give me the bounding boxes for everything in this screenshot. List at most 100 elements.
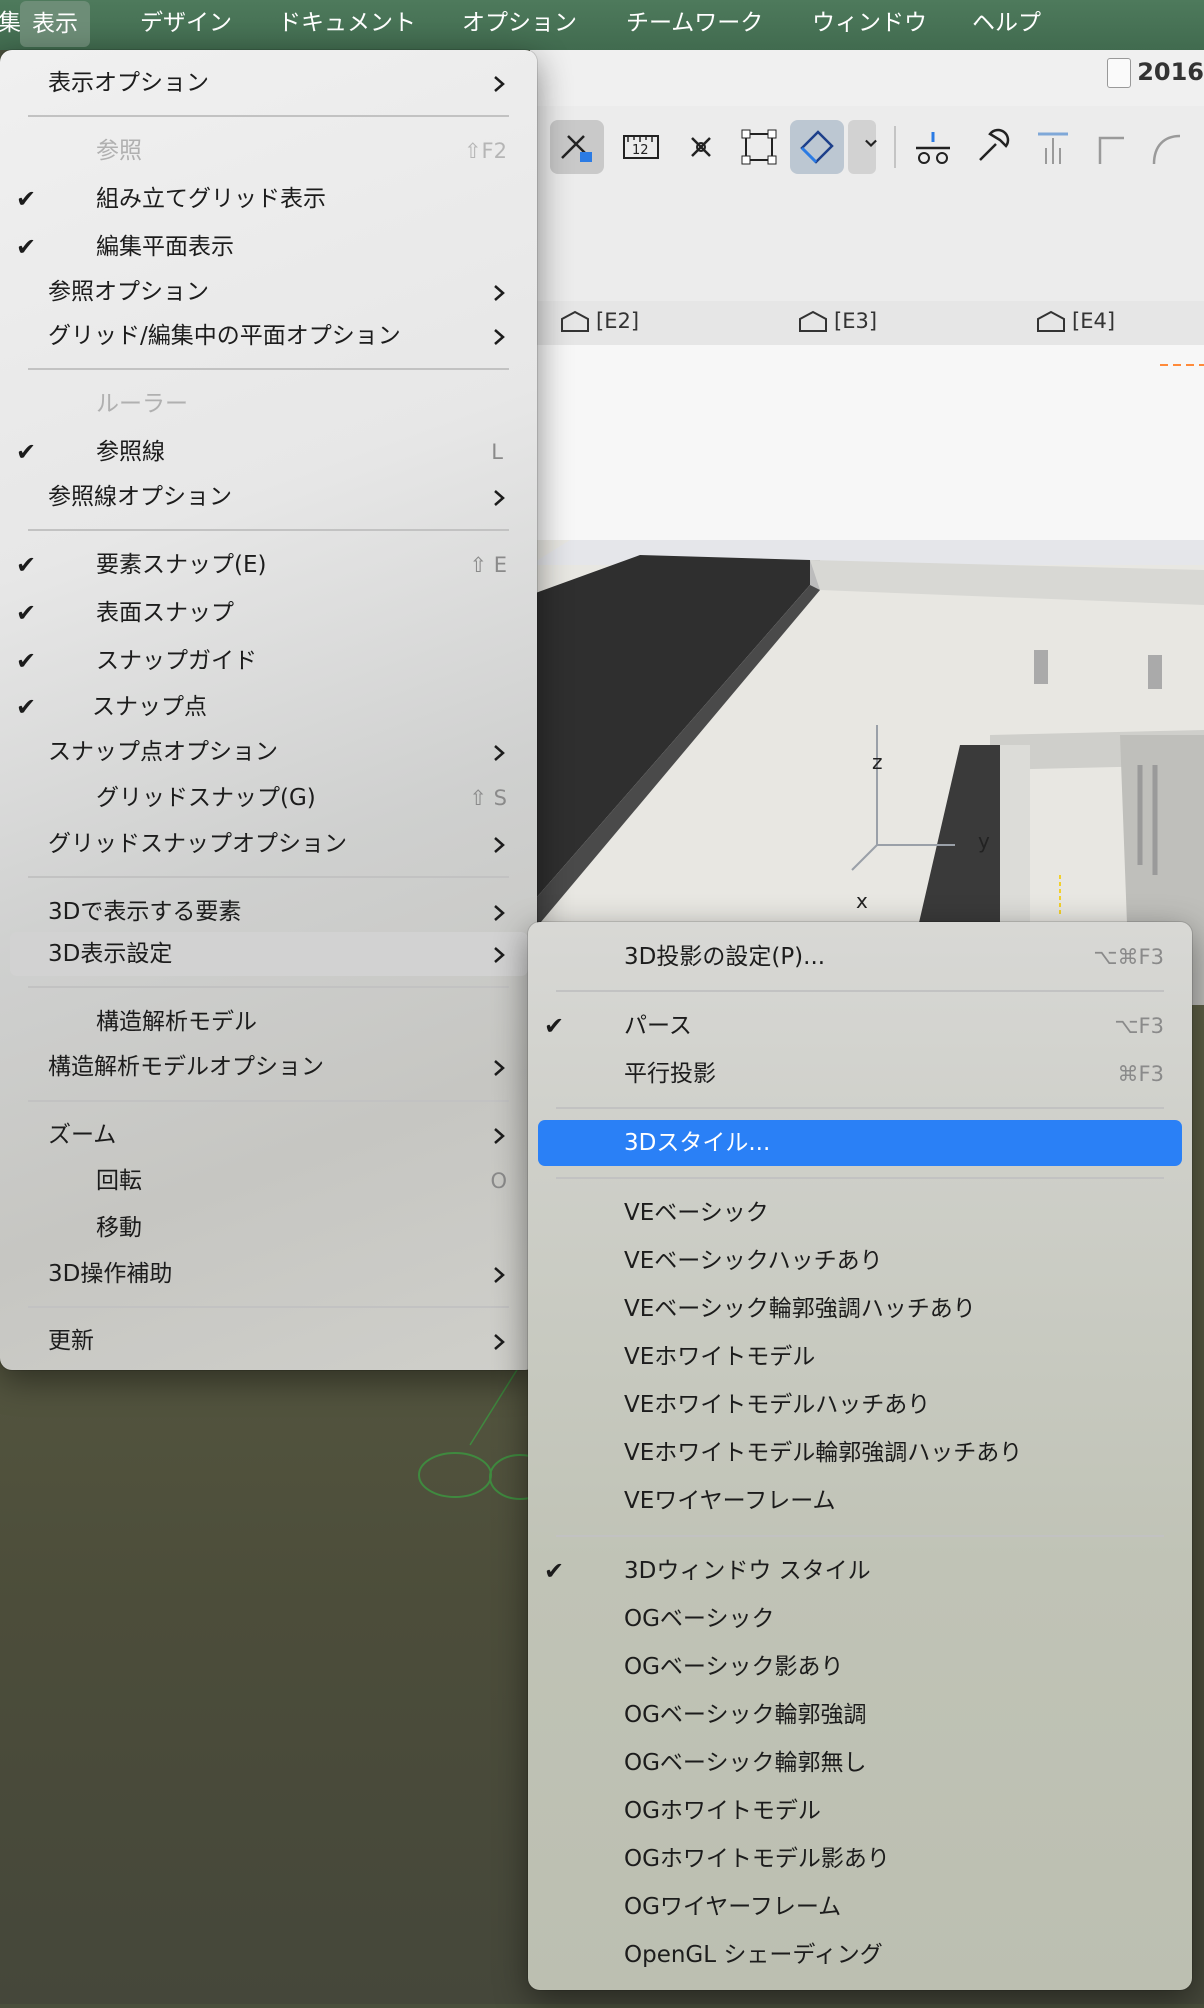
chevron-down-icon[interactable] bbox=[848, 120, 877, 174]
menu-item-grid-snap-options[interactable]: グリッドスナップオプション bbox=[0, 823, 537, 865]
menu-item-ruler[interactable]: ルーラー bbox=[0, 383, 537, 425]
menu-item-rotate[interactable]: 回転 O bbox=[0, 1160, 537, 1202]
menubar-item-view[interactable]: 表示 bbox=[20, 1, 90, 47]
menubar-item-teamwork[interactable]: チームワーク bbox=[614, 0, 775, 48]
menu-separator bbox=[28, 1100, 509, 1102]
submenu-item-ve-basic[interactable]: VEベーシック bbox=[528, 1192, 1192, 1234]
menu-separator bbox=[556, 990, 1164, 992]
split-tool-icon[interactable] bbox=[910, 124, 956, 170]
menu-item-edit-plane[interactable]: ✔ 編集平面表示 bbox=[0, 226, 537, 268]
menubar-item-design[interactable]: デザイン bbox=[128, 0, 244, 48]
menu-item-snap-guide[interactable]: ✔ スナップガイド bbox=[0, 640, 537, 682]
checkmark-icon: ✔ bbox=[16, 438, 37, 466]
submenu-item-ve-wireframe[interactable]: VEワイヤーフレーム bbox=[528, 1480, 1192, 1522]
menu-item-reference-line[interactable]: ✔ 参照線 L bbox=[0, 431, 537, 473]
submenu-item-og-basic-shadow[interactable]: OGベーシック影あり bbox=[528, 1646, 1192, 1688]
menu-separator bbox=[556, 1535, 1164, 1537]
menu-item-reference-options[interactable]: 参照オプション bbox=[0, 271, 537, 313]
menu-item-reference[interactable]: 参照 ⇧F2 bbox=[0, 130, 537, 172]
elevation-tabs: [E2] [E3] [E4] bbox=[530, 301, 1204, 346]
menubar-item-options[interactable]: オプション bbox=[450, 0, 589, 48]
tab-e4[interactable]: [E4] bbox=[1036, 309, 1115, 333]
menu-item-3d-elements[interactable]: 3Dで表示する要素 bbox=[0, 891, 537, 933]
svg-text:12: 12 bbox=[632, 143, 649, 158]
checkmark-icon: ✔ bbox=[16, 599, 37, 627]
menubar-item-document[interactable]: ドキュメント bbox=[266, 0, 428, 48]
3d-view-tool-icon[interactable] bbox=[790, 120, 844, 174]
elevation-icon bbox=[799, 310, 827, 332]
menubar-item-help[interactable]: ヘルプ bbox=[960, 0, 1053, 48]
elevation-icon bbox=[1037, 310, 1065, 332]
submenu-item-perspective[interactable]: ✔ パース ⌥F3 bbox=[528, 1005, 1192, 1047]
submenu-item-3d-projection-settings[interactable]: 3D投影の設定(P)... ⌥⌘F3 bbox=[528, 936, 1192, 978]
toolbar: 12 bbox=[530, 106, 1204, 302]
menu-separator bbox=[28, 368, 509, 370]
menu-item-grid-snap[interactable]: グリッドスナップ(G) ⇧ S bbox=[0, 777, 537, 819]
checkmark-icon: ✔ bbox=[544, 1557, 565, 1585]
menu-separator bbox=[28, 1306, 509, 1308]
extend-tool-icon[interactable] bbox=[1030, 124, 1076, 170]
checkmark-icon: ✔ bbox=[16, 551, 37, 579]
submenu-item-ve-basic-hatch[interactable]: VEベーシックハッチあり bbox=[528, 1240, 1192, 1282]
menu-item-assembly-grid[interactable]: ✔ 組み立てグリッド表示 bbox=[0, 178, 537, 220]
tab-e3[interactable]: [E3] bbox=[798, 309, 877, 333]
submenu-item-ve-white-model-hatch[interactable]: VEホワイトモデルハッチあり bbox=[528, 1384, 1192, 1426]
tab-e2[interactable]: [E2] bbox=[560, 309, 639, 333]
menu-item-move[interactable]: 移動 bbox=[0, 1207, 537, 1249]
menu-item-structural-model[interactable]: 構造解析モデル bbox=[0, 1001, 537, 1043]
checkmark-icon: ✔ bbox=[544, 1012, 565, 1040]
selection-box-tool-icon[interactable] bbox=[736, 124, 782, 170]
adjust-tool-icon[interactable] bbox=[970, 124, 1016, 170]
submenu-item-og-wireframe[interactable]: OGワイヤーフレーム bbox=[528, 1886, 1192, 1928]
submenu-item-3d-window-style[interactable]: ✔ 3Dウィンドウ スタイル bbox=[528, 1550, 1192, 1592]
submenu-item-3d-style[interactable]: 3Dスタイル... bbox=[528, 1122, 1192, 1164]
intersection-tool-icon[interactable] bbox=[678, 124, 724, 170]
submenu-item-og-white-model-shadow[interactable]: OGホワイトモデル影あり bbox=[528, 1838, 1192, 1880]
submenu-item-ve-white-model-outline-hatch[interactable]: VEホワイトモデル輪郭強調ハッチあり bbox=[528, 1432, 1192, 1474]
menu-item-reference-line-options[interactable]: 参照線オプション bbox=[0, 476, 537, 518]
fillet-tool-icon[interactable] bbox=[1086, 124, 1132, 170]
submenu-item-ve-basic-outline-hatch[interactable]: VEベーシック輪郭強調ハッチあり bbox=[528, 1288, 1192, 1330]
submenu-item-og-basic-outline[interactable]: OGベーシック輪郭強調 bbox=[528, 1694, 1192, 1736]
menu-item-display-options[interactable]: 表示オプション bbox=[0, 62, 537, 104]
menu-item-snap-point[interactable]: ✔ スナップ点 bbox=[0, 686, 537, 728]
grid-snap-tool-icon[interactable] bbox=[550, 120, 604, 174]
chevron-right-icon bbox=[493, 315, 507, 357]
axis-label-z: z bbox=[872, 750, 883, 774]
submenu-item-opengl-shading[interactable]: OpenGL シェーディング bbox=[528, 1934, 1192, 1976]
menu-separator bbox=[28, 115, 509, 117]
toolbar-divider bbox=[894, 126, 896, 168]
curve-tool-icon[interactable] bbox=[1142, 124, 1188, 170]
menu-bar: 集 表示 デザイン ドキュメント オプション チームワーク ウィンドウ ヘルプ bbox=[0, 0, 1204, 50]
chevron-right-icon bbox=[493, 933, 507, 975]
checkmark-icon: ✔ bbox=[16, 647, 37, 675]
menubar-item-window[interactable]: ウィンドウ bbox=[800, 0, 939, 48]
3d-viewport[interactable]: z y x bbox=[530, 345, 1204, 1005]
menu-separator bbox=[556, 1107, 1164, 1109]
menu-separator bbox=[556, 1177, 1164, 1179]
menu-item-refresh[interactable]: 更新 bbox=[0, 1320, 537, 1362]
document-title: 2016 bbox=[1107, 58, 1204, 88]
checkmark-icon: ✔ bbox=[16, 185, 37, 213]
elevation-icon bbox=[561, 310, 589, 332]
menu-item-zoom[interactable]: ズーム bbox=[0, 1114, 537, 1156]
menu-item-3d-navigation-aids[interactable]: 3D操作補助 bbox=[0, 1253, 537, 1295]
submenu-item-og-white-model[interactable]: OGホワイトモデル bbox=[528, 1790, 1192, 1832]
menu-item-structural-model-options[interactable]: 構造解析モデルオプション bbox=[0, 1046, 537, 1088]
menu-item-element-snap[interactable]: ✔ 要素スナップ(E) ⇧ E bbox=[0, 544, 537, 586]
menu-item-grid-plane-options[interactable]: グリッド/編集中の平面オプション bbox=[0, 315, 537, 357]
submenu-item-og-basic-no-outline[interactable]: OGベーシック輪郭無し bbox=[528, 1742, 1192, 1784]
menu-item-snap-point-options[interactable]: スナップ点オプション bbox=[0, 731, 537, 773]
3d-display-settings-submenu: 3D投影の設定(P)... ⌥⌘F3 ✔ パース ⌥F3 平行投影 ⌘F3 3D… bbox=[528, 922, 1192, 1990]
chevron-right-icon bbox=[493, 823, 507, 865]
menu-item-3d-display-settings[interactable]: 3D表示設定 bbox=[0, 933, 537, 975]
chevron-right-icon bbox=[493, 731, 507, 773]
document-file-icon bbox=[1107, 58, 1132, 88]
window-titlebar: 2016 bbox=[530, 50, 1204, 107]
submenu-item-parallel-projection[interactable]: 平行投影 ⌘F3 bbox=[528, 1053, 1192, 1095]
chevron-right-icon bbox=[493, 1114, 507, 1156]
measure-tool-icon[interactable]: 12 bbox=[618, 124, 664, 170]
menu-item-surface-snap[interactable]: ✔ 表面スナップ bbox=[0, 592, 537, 634]
submenu-item-ve-white-model[interactable]: VEホワイトモデル bbox=[528, 1336, 1192, 1378]
submenu-item-og-basic[interactable]: OGベーシック bbox=[528, 1598, 1192, 1640]
